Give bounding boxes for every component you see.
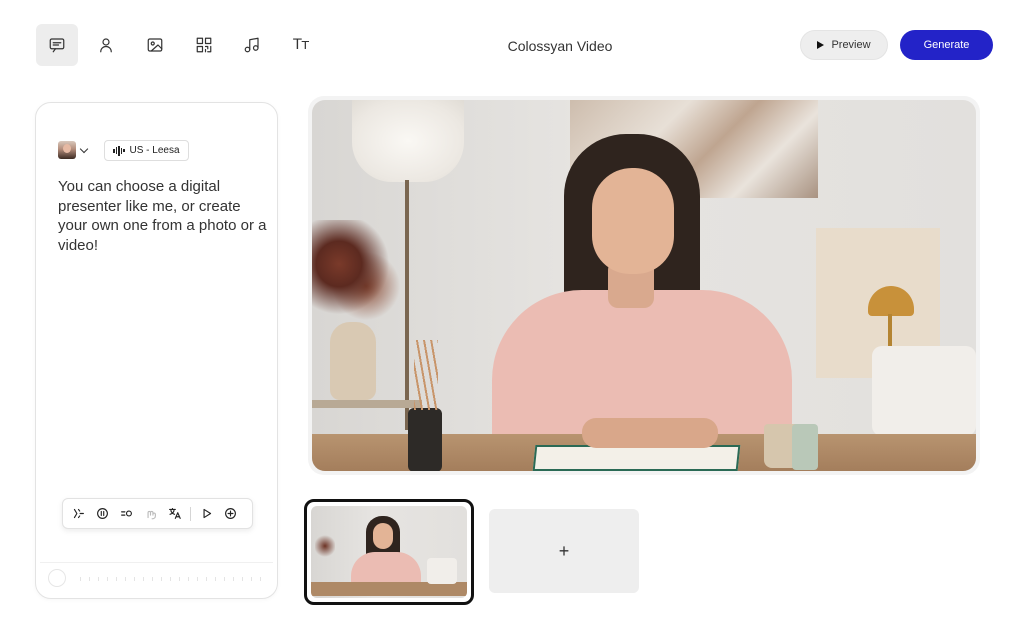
qr-code-icon	[196, 37, 212, 53]
generate-button[interactable]: Generate	[900, 30, 993, 60]
add-scene-button[interactable]: +	[489, 509, 639, 593]
vase	[330, 322, 376, 400]
tool-text-button[interactable]: Tт	[280, 24, 322, 66]
presenter-hands	[582, 418, 718, 448]
script-text-editor[interactable]: You can choose a digital presenter like …	[58, 177, 268, 255]
preview-button[interactable]: Preview	[800, 30, 888, 60]
presenter-face	[592, 168, 674, 274]
glass	[792, 424, 818, 470]
scene-thumbnail-image	[311, 506, 467, 598]
tool-avatar-button[interactable]	[85, 24, 127, 66]
floor-lamp-shade	[352, 100, 464, 182]
image-icon	[147, 38, 163, 52]
scene-thumbnail-selected[interactable]	[304, 499, 474, 605]
waveform-icon	[113, 145, 125, 156]
side-shelf	[312, 400, 422, 408]
audio-timeline[interactable]	[40, 562, 273, 592]
timeline-ticks	[80, 577, 263, 581]
music-note-icon	[244, 37, 259, 53]
notebook	[532, 445, 741, 471]
message-square-icon	[49, 38, 65, 53]
tool-music-button[interactable]	[231, 24, 273, 66]
presenter-scene	[312, 100, 976, 471]
voice-label: US - Leesa	[129, 145, 180, 156]
avatar-selector[interactable]	[58, 141, 89, 159]
sparkle-icon[interactable]	[69, 504, 88, 523]
script-toolbar	[62, 498, 253, 529]
toolbar-divider	[190, 506, 191, 521]
voice-selector[interactable]: US - Leesa	[104, 140, 189, 161]
tool-script-button[interactable]	[36, 24, 78, 66]
timeline-knob[interactable]	[48, 569, 66, 587]
add-circle-icon[interactable]	[221, 504, 240, 523]
diffuser-sticks	[414, 340, 438, 410]
dried-flowers	[312, 220, 402, 330]
app-title: Colossyan Video	[507, 38, 613, 54]
avatar	[58, 141, 76, 159]
diffuser-bottle	[408, 408, 442, 471]
play-icon[interactable]	[197, 504, 216, 523]
script-panel: US - Leesa You can choose a digital pres…	[35, 102, 278, 599]
chair	[872, 346, 976, 436]
tool-image-button[interactable]	[134, 24, 176, 66]
translate-icon[interactable]	[165, 504, 184, 523]
video-stage	[308, 96, 980, 475]
chevron-down-icon	[79, 144, 89, 153]
gesture-icon[interactable]	[141, 504, 160, 523]
text-size-icon: Tт	[293, 37, 309, 53]
play-icon	[817, 41, 825, 49]
preview-label: Preview	[831, 39, 871, 51]
video-preview[interactable]	[312, 100, 976, 471]
tool-qr-button[interactable]	[183, 24, 225, 66]
pace-icon[interactable]	[117, 504, 136, 523]
floor-lamp-pole	[405, 180, 409, 430]
person-icon	[100, 38, 112, 53]
pause-icon[interactable]	[93, 504, 112, 523]
